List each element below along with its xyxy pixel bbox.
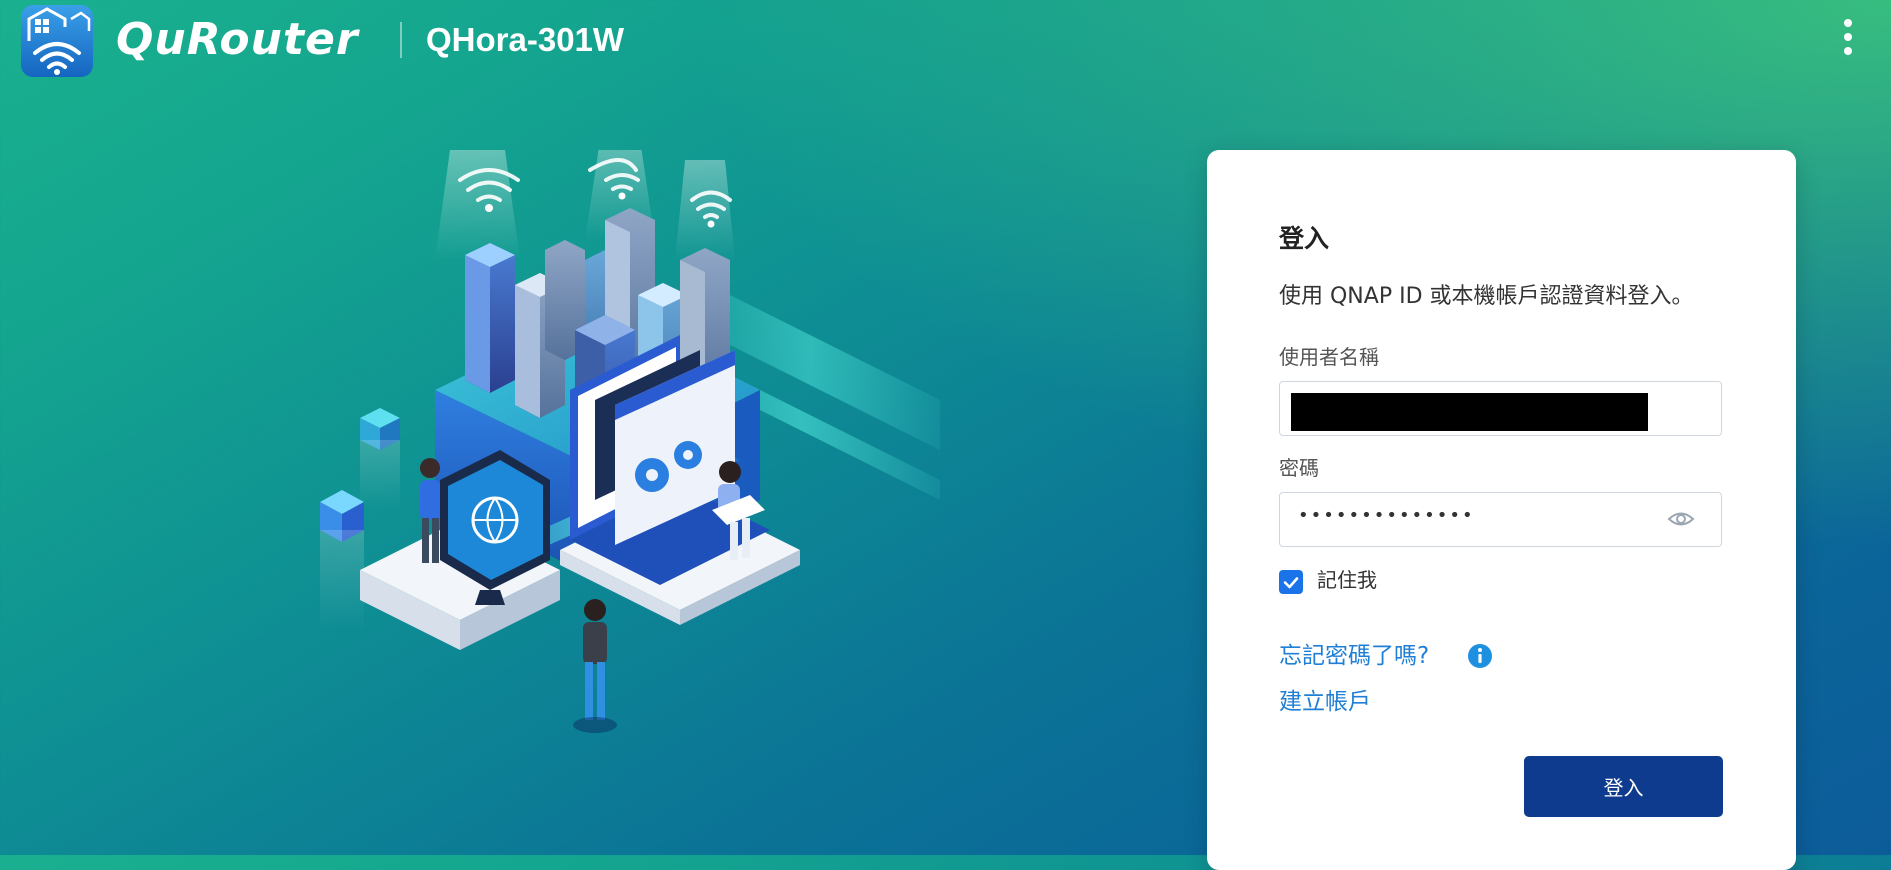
redacted-username bbox=[1291, 393, 1648, 431]
qurouter-logo: QuRouter bbox=[116, 14, 359, 65]
password-field[interactable]: •••••••••••••• bbox=[1279, 492, 1722, 547]
username-field[interactable] bbox=[1279, 381, 1722, 436]
login-card: 登入 使用 QNAP ID 或本機帳戶認證資料登入。 使用者名稱 密碼 ••••… bbox=[1207, 150, 1796, 870]
create-account-link[interactable]: 建立帳戶 bbox=[1279, 686, 1371, 718]
header-divider bbox=[400, 22, 402, 58]
remember-checkbox[interactable] bbox=[1279, 570, 1303, 594]
forgot-password-link[interactable]: 忘記密碼了嗎? bbox=[1279, 640, 1429, 672]
info-icon[interactable] bbox=[1466, 642, 1494, 670]
top-bar: QuRouter QHora-301W bbox=[0, 0, 1891, 82]
qurouter-app-icon bbox=[21, 5, 93, 77]
login-title: 登入 bbox=[1279, 224, 1330, 253]
remember-label: 記住我 bbox=[1317, 568, 1377, 592]
more-vertical-icon[interactable] bbox=[1836, 16, 1860, 64]
password-label: 密碼 bbox=[1279, 456, 1319, 480]
login-subtitle: 使用 QNAP ID 或本機帳戶認證資料登入。 bbox=[1279, 284, 1694, 309]
smart-city-illustration bbox=[300, 140, 940, 750]
username-label: 使用者名稱 bbox=[1279, 345, 1379, 369]
login-button[interactable]: 登入 bbox=[1524, 756, 1723, 817]
eye-icon[interactable] bbox=[1667, 507, 1695, 531]
password-input[interactable]: •••••••••••••• bbox=[1298, 505, 1658, 535]
checkmark-icon bbox=[1283, 577, 1299, 589]
device-name: QHora-301W bbox=[426, 21, 625, 58]
